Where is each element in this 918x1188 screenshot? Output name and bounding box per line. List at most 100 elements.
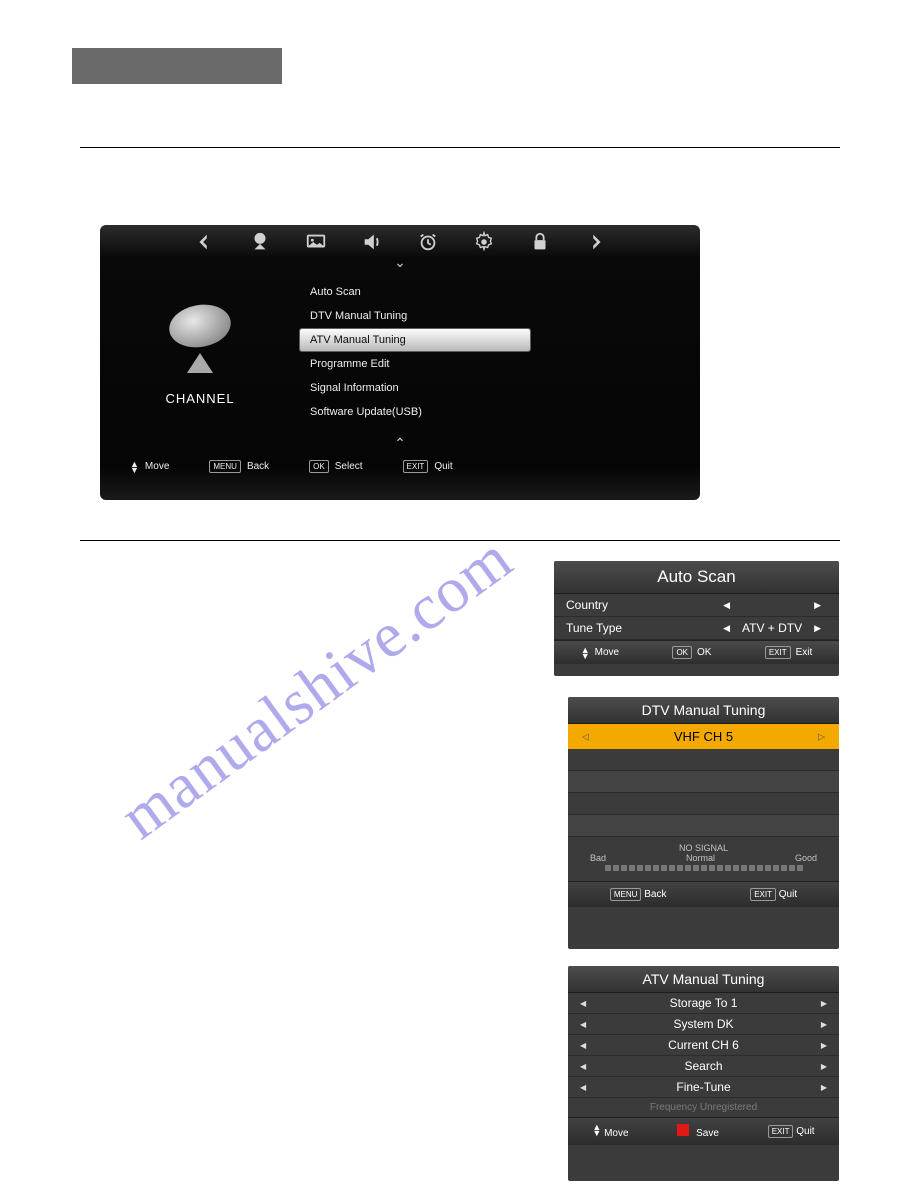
hint-quit-label: Quit: [434, 461, 452, 472]
triangle-left-icon[interactable]: ◀: [580, 1041, 586, 1050]
menu-keycap: MENU: [610, 888, 642, 901]
hint-back-label: Back: [247, 461, 269, 472]
hint-save: Save: [677, 1124, 719, 1139]
triangle-right-icon[interactable]: ▶: [821, 1020, 827, 1029]
dtv-row: [568, 749, 839, 771]
chevron-right-icon[interactable]: [584, 231, 608, 253]
hint-back: MENU Back: [610, 888, 667, 901]
menu-item-atv-manual[interactable]: ATV Manual Tuning: [300, 329, 530, 351]
lock-icon[interactable]: [528, 231, 552, 253]
hint-move: ▲▼ Move: [130, 461, 169, 473]
frequency-status: Frequency Unregistered: [568, 1098, 839, 1117]
hint-ok-label: OK: [697, 647, 711, 658]
atv-row-label: Current CH 6: [668, 1038, 739, 1052]
hint-select: OK Select: [309, 460, 362, 473]
triangle-right-icon[interactable]: ▶: [821, 1083, 827, 1092]
page-header-bar: [72, 48, 282, 84]
exit-keycap: EXIT: [768, 1125, 794, 1138]
no-signal-label: NO SIGNAL: [568, 843, 839, 853]
exit-keycap: EXIT: [765, 646, 791, 659]
atv-row-storage[interactable]: ◀ Storage To 1 ▶: [568, 993, 839, 1014]
divider: [80, 540, 840, 541]
clock-icon[interactable]: [416, 231, 440, 253]
dtv-channel-selector[interactable]: ◁ VHF CH 5 ▷: [568, 724, 839, 749]
gear-icon[interactable]: [472, 231, 496, 253]
hint-select-label: Select: [335, 461, 363, 472]
menu-item-signal-info[interactable]: Signal Information: [300, 377, 530, 399]
row-tune-type[interactable]: Tune Type ◀ ATV + DTV ▶: [554, 617, 839, 640]
hint-quit-label: Quit: [796, 1126, 814, 1137]
triangle-left-icon[interactable]: ◀: [580, 999, 586, 1008]
atv-row-label: Search: [684, 1059, 722, 1073]
red-button-icon: [677, 1124, 689, 1136]
row-country[interactable]: Country ◀ ▶: [554, 594, 839, 617]
signal-meter: NO SIGNAL Bad Normal Good: [568, 837, 839, 881]
panel-footer: ▲▼ Move Save EXIT Quit: [568, 1117, 839, 1145]
triangle-left-icon[interactable]: ◁: [582, 731, 589, 742]
triangle-right-icon[interactable]: ▶: [808, 600, 827, 611]
menu-item-auto-scan[interactable]: Auto Scan: [300, 281, 530, 303]
triangle-left-icon[interactable]: ◀: [580, 1062, 586, 1071]
menu-list: Auto Scan DTV Manual Tuning ATV Manual T…: [300, 269, 700, 435]
hint-move: ▲▼ Move: [592, 1124, 628, 1139]
atv-row-fine-tune[interactable]: ◀ Fine-Tune ▶: [568, 1077, 839, 1098]
triangle-left-icon[interactable]: ◀: [580, 1020, 586, 1029]
menu-item-programme-edit[interactable]: Programme Edit: [300, 353, 530, 375]
triangle-left-icon[interactable]: ◀: [717, 600, 736, 611]
panel-footer: MENU Back EXIT Quit: [568, 881, 839, 907]
atv-row-system[interactable]: ◀ System DK ▶: [568, 1014, 839, 1035]
divider: [80, 147, 840, 148]
hint-move: ▲▼ Move: [581, 647, 619, 659]
panel-footer: ▲▼ Move OK OK EXIT Exit: [554, 640, 839, 664]
section-indicator: CHANNEL: [100, 269, 300, 435]
watermark: manualshive.com: [107, 521, 526, 854]
triangle-right-icon[interactable]: ▶: [821, 1041, 827, 1050]
triangle-right-icon[interactable]: ▷: [818, 731, 825, 742]
hint-ok: OK OK: [672, 646, 711, 659]
dtv-row: [568, 793, 839, 815]
hint-quit: EXIT Quit: [403, 460, 453, 473]
section-label: CHANNEL: [165, 391, 234, 406]
row-value: ATV + DTV: [736, 621, 808, 635]
atv-row-label: Fine-Tune: [676, 1080, 730, 1094]
dtv-manual-tuning-panel: DTV Manual Tuning ◁ VHF CH 5 ▷ NO SIGNAL…: [568, 697, 839, 949]
menu-footer: ▲▼ Move MENU Back OK Select EXIT Quit: [100, 454, 700, 479]
hint-exit: EXIT Exit: [765, 646, 812, 659]
row-label: Tune Type: [566, 621, 717, 635]
hint-move-label: Move: [604, 1128, 628, 1139]
triangle-right-icon[interactable]: ▶: [821, 1062, 827, 1071]
triangle-right-icon[interactable]: ▶: [821, 999, 827, 1008]
legend-bad: Bad: [590, 853, 606, 863]
dtv-channel-value: VHF CH 5: [674, 729, 733, 744]
atv-row-search[interactable]: ◀ Search ▶: [568, 1056, 839, 1077]
dish-icon: [165, 303, 235, 373]
signal-bar: [568, 863, 839, 879]
ok-keycap: OK: [672, 646, 692, 659]
atv-row-label: System DK: [673, 1017, 733, 1031]
satellite-icon[interactable]: [248, 231, 272, 253]
dtv-row: [568, 771, 839, 793]
atv-row-current-ch[interactable]: ◀ Current CH 6 ▶: [568, 1035, 839, 1056]
chevron-up-icon: ⌃: [100, 435, 700, 452]
row-label: Country: [566, 598, 717, 612]
panel-title: ATV Manual Tuning: [568, 966, 839, 993]
legend-normal: Normal: [686, 853, 715, 863]
hint-back: MENU Back: [209, 460, 269, 473]
triangle-right-icon[interactable]: ▶: [808, 623, 827, 634]
chevron-left-icon[interactable]: [192, 231, 216, 253]
menu-item-dtv-manual[interactable]: DTV Manual Tuning: [300, 305, 530, 327]
triangle-left-icon[interactable]: ◀: [717, 623, 736, 634]
hint-exit-label: Exit: [796, 647, 813, 658]
chevron-down-icon: ⌄: [100, 255, 700, 269]
triangle-left-icon[interactable]: ◀: [580, 1083, 586, 1092]
hint-move-label: Move: [595, 647, 619, 658]
atv-row-label: Storage To 1: [670, 996, 738, 1010]
sound-icon[interactable]: [360, 231, 384, 253]
hint-quit: EXIT Quit: [750, 888, 797, 901]
exit-keycap: EXIT: [403, 460, 429, 473]
picture-icon[interactable]: [304, 231, 328, 253]
hint-quit-label: Quit: [779, 889, 797, 900]
atv-manual-tuning-panel: ATV Manual Tuning ◀ Storage To 1 ▶ ◀ Sys…: [568, 966, 839, 1181]
hint-move-label: Move: [145, 461, 169, 472]
menu-item-software-update[interactable]: Software Update(USB): [300, 401, 530, 423]
